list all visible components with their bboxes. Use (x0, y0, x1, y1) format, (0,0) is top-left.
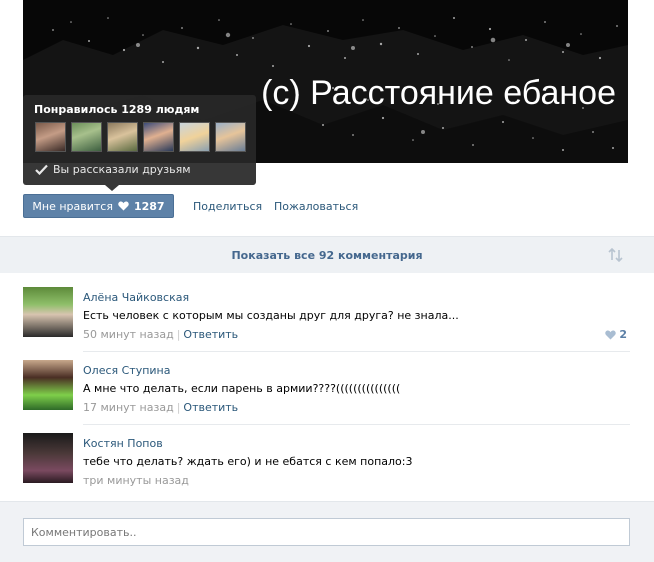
show-all-comments-link[interactable]: Показать все 92 комментария (0, 249, 654, 262)
like-button[interactable]: Мне нравится 1287 (23, 194, 174, 218)
meta-separator: | (176, 401, 181, 414)
comment-meta: 17 минут назад | Ответить (83, 401, 238, 414)
comment-meta: три минуты назад (83, 474, 189, 487)
comment-divider (83, 351, 630, 352)
avatar[interactable] (23, 433, 73, 483)
liked-friends-avatars (35, 122, 246, 152)
friend-avatar[interactable] (71, 122, 102, 152)
comment-form (0, 501, 654, 562)
tooltip-arrow (105, 185, 119, 191)
comment-author[interactable]: Костян Попов (83, 437, 163, 450)
banner-caption: (c) Расстояние ебаное (261, 74, 616, 112)
friend-avatar[interactable] (35, 122, 66, 152)
checkmark-icon (35, 164, 48, 175)
show-all-comments-bar[interactable]: Показать все 92 комментария (0, 236, 654, 273)
comment-like-button[interactable]: 2 (605, 328, 627, 341)
comment-like-count: 2 (619, 328, 627, 341)
shared-status: Вы рассказали друзьям (35, 163, 191, 176)
comment-text: А мне что делать, если парень в армии???… (83, 382, 401, 395)
like-count: 1287 (133, 199, 165, 213)
friend-avatar[interactable] (107, 122, 138, 152)
friend-avatar[interactable] (179, 122, 210, 152)
heart-icon (605, 330, 617, 339)
reply-link[interactable]: Ответить (183, 401, 238, 414)
heart-icon (118, 201, 129, 211)
like-button-label: Мне нравится (32, 199, 113, 213)
comment-item: Олеся Ступина А мне что делать, если пар… (23, 360, 630, 420)
avatar[interactable] (23, 287, 73, 337)
comment-meta: 50 минут назад | Ответить (83, 328, 238, 341)
friend-avatar[interactable] (143, 122, 174, 152)
report-link[interactable]: Пожаловаться (274, 200, 358, 213)
comment-divider (83, 424, 630, 425)
meta-separator: | (176, 328, 181, 341)
friend-avatar[interactable] (215, 122, 246, 152)
avatar[interactable] (23, 360, 73, 410)
share-link[interactable]: Поделиться (193, 200, 262, 213)
likes-tooltip-title[interactable]: Понравилось 1289 людям (34, 103, 199, 116)
shared-status-label: Вы рассказали друзьям (53, 163, 191, 176)
comment-author[interactable]: Алёна Чайковская (83, 291, 189, 304)
comment-input[interactable] (23, 518, 630, 546)
comment-text: тебе что делать? ждать его) и не ебатся … (83, 455, 413, 468)
comment-time[interactable]: три минуты назад (83, 474, 189, 487)
reply-link[interactable]: Ответить (183, 328, 238, 341)
sort-order-icon[interactable] (608, 248, 624, 262)
comment-time[interactable]: 50 минут назад (83, 328, 174, 341)
comment-author[interactable]: Олеся Ступина (83, 364, 171, 377)
comment-item: Костян Попов тебе что делать? ждать его)… (23, 433, 630, 493)
comment-time[interactable]: 17 минут назад (83, 401, 174, 414)
likes-tooltip: Понравилось 1289 людям Вы рассказали дру… (23, 95, 256, 191)
comment-item: Алёна Чайковская Есть человек с которым … (23, 287, 630, 347)
comment-text: Есть человек с которым мы созданы друг д… (83, 309, 459, 322)
